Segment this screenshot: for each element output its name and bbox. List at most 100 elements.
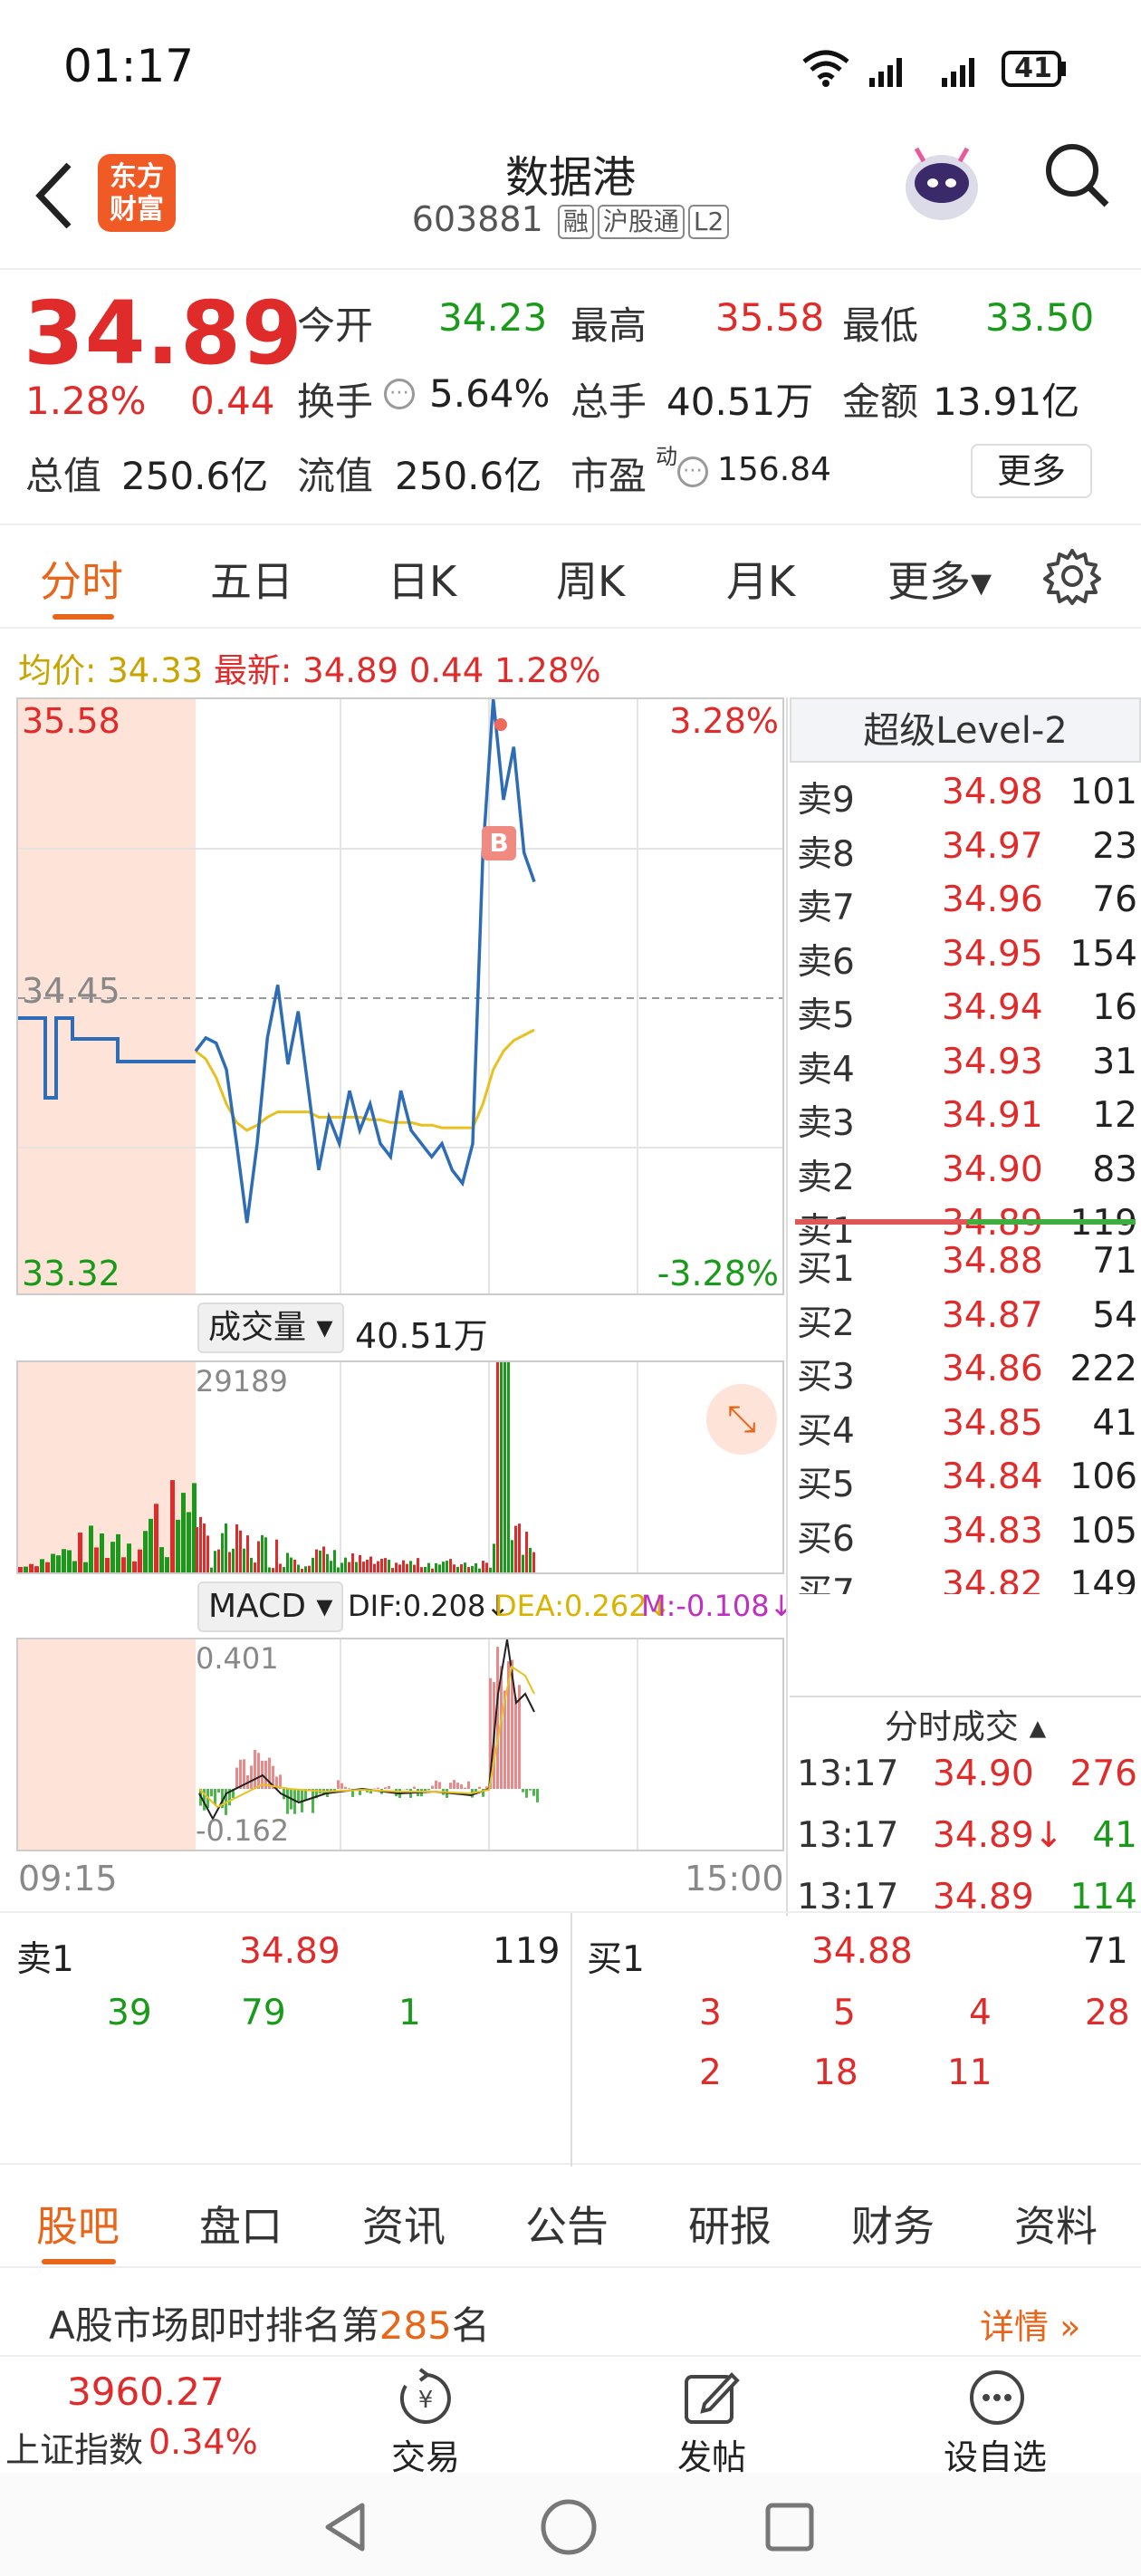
macd-bar — [406, 1789, 408, 1790]
trade-label[interactable]: 交易 — [391, 2429, 460, 2479]
tab-profile[interactable]: 资料 — [1014, 2194, 1098, 2254]
pe-info-icon[interactable]: ⋯ — [677, 457, 708, 487]
level2-buy-book: 买1 34.88 71 买2 34.87 54 买3 34.86 222 买4 34.85 41 买5 3… — [790, 697, 1141, 1694]
trade-yen-icon[interactable]: ¥ — [393, 2368, 458, 2427]
expand-icon[interactable]: ⤡ — [706, 1384, 777, 1455]
more-button[interactable]: 更多 — [971, 444, 1092, 498]
volume-bar — [475, 1562, 477, 1572]
queue-sell-label: 卖1 — [16, 1939, 74, 1980]
buy-level-9-price: 34.80 — [942, 1672, 1043, 1694]
trade-time: 13:17 — [797, 1815, 899, 1856]
nav-back-icon[interactable] — [319, 2500, 373, 2554]
buy-level-2-price: 34.87 — [942, 1294, 1043, 1336]
volume-bar — [493, 1543, 495, 1572]
tab-more[interactable]: 更多▾ — [887, 549, 992, 609]
settings-gear-icon[interactable] — [1043, 547, 1101, 605]
index-name[interactable]: 上证指数 — [5, 2422, 143, 2472]
rank-line[interactable]: A股市场即时排名第285名 详情 » — [0, 2273, 1141, 2355]
turnover-value: 5.64% — [429, 371, 551, 416]
buy-level-4[interactable]: 买4 34.85 41 — [797, 1403, 1137, 1452]
tab-intraday[interactable]: 分时 — [40, 549, 123, 609]
volume-bar — [62, 1549, 66, 1572]
macd-bar — [384, 1787, 387, 1789]
volume-bar — [435, 1562, 437, 1572]
buy-level-6[interactable]: 买6 34.83 105 — [797, 1511, 1137, 1560]
volume-bar — [431, 1568, 434, 1572]
tab-weekly-k[interactable]: 周K — [556, 549, 625, 609]
avg-latest-line: 均价: 34.33 最新: 34.89 0.44 1.28% — [18, 643, 601, 692]
buy-level-8[interactable]: 买8 34.81 128 — [797, 1619, 1137, 1668]
macd-min: -0.162 — [196, 1813, 290, 1848]
search-icon[interactable] — [1041, 139, 1114, 212]
buy-marker[interactable]: B — [482, 826, 516, 860]
tab-pankou[interactable]: 盘口 — [199, 2194, 283, 2254]
volume-dropdown[interactable]: 成交量 ▾ — [197, 1302, 344, 1353]
volume-bar — [308, 1565, 311, 1572]
macd-m: M:-0.108↓ — [641, 1589, 794, 1623]
tab-research[interactable]: 研报 — [688, 2194, 772, 2254]
more-dots-icon[interactable] — [967, 2368, 1027, 2427]
open-label: 今开 — [297, 303, 374, 348]
macd-chart[interactable]: 0.401 -0.162 — [16, 1638, 784, 1851]
info-icon[interactable]: ⋯ — [384, 379, 415, 409]
macd-bar — [522, 1789, 524, 1793]
buy-level-2-label: 买2 — [797, 1302, 855, 1344]
buy-level-1-vol: 71 — [1092, 1241, 1137, 1282]
volume-bar — [235, 1524, 238, 1572]
time-end: 15:00 — [685, 1859, 784, 1898]
tab-finance[interactable]: 财务 — [851, 2194, 935, 2254]
buy-level-5[interactable]: 买5 34.84 106 — [797, 1456, 1137, 1505]
macd-bar — [525, 1789, 528, 1798]
volume-value: 40.51万 — [666, 380, 814, 424]
volume-bar — [351, 1553, 354, 1572]
volume-bar — [121, 1557, 126, 1572]
tab-daily-k[interactable]: 日K — [388, 549, 456, 609]
buy-level-2-vol: 54 — [1092, 1294, 1137, 1336]
tab-announcements[interactable]: 公告 — [525, 2194, 609, 2254]
buy-order-2: 5 — [833, 1993, 856, 2033]
volume-bar — [110, 1542, 115, 1572]
macd-bar — [435, 1780, 437, 1789]
volume-bar — [221, 1533, 224, 1572]
watchlist-label[interactable]: 设自选 — [944, 2429, 1047, 2479]
volume-bar — [369, 1556, 372, 1572]
volume-bar — [203, 1523, 206, 1572]
volume-bar — [525, 1532, 528, 1572]
tab-five-day[interactable]: 五日 — [210, 549, 293, 609]
volume-bar — [225, 1523, 227, 1572]
index-value[interactable]: 3960.27 — [67, 2369, 225, 2414]
volume-bar — [232, 1548, 235, 1572]
post-edit-icon[interactable] — [681, 2368, 741, 2427]
post-label[interactable]: 发帖 — [677, 2429, 746, 2479]
intraday-chart[interactable]: 35.58 3.28% 34.45 33.32 -3.28% B — [16, 697, 784, 1295]
macd-dropdown[interactable]: MACD ▾ — [197, 1581, 344, 1632]
tab-guba[interactable]: 股吧 — [36, 2194, 120, 2254]
buy-level-9[interactable]: 买9 34.80 437 — [797, 1672, 1137, 1694]
volume-bar — [34, 1566, 39, 1572]
clock: 01:17 — [63, 40, 195, 92]
tab-news[interactable]: 资讯 — [362, 2194, 446, 2254]
double-chevron-icon: » — [1060, 2307, 1081, 2347]
buy-level-2[interactable]: 买2 34.87 54 — [797, 1295, 1137, 1344]
robot-assistant-icon[interactable] — [896, 138, 987, 228]
buy-level-1[interactable]: 买1 34.88 71 — [797, 1241, 1137, 1290]
pe-label: 市盈 — [570, 454, 647, 498]
volume-bar — [482, 1561, 484, 1572]
volume-bar — [40, 1559, 44, 1572]
macd-bar — [257, 1753, 260, 1789]
rank-detail-link[interactable]: 详情 » — [980, 2299, 1080, 2349]
buy-level-7[interactable]: 买7 34.82 149 — [797, 1564, 1137, 1594]
trades-title[interactable]: 分时成交 ▴ — [790, 1699, 1141, 1748]
volume-bar — [24, 1566, 28, 1572]
volume-chart[interactable]: 29189 ⤡ — [16, 1360, 784, 1574]
macd-bar — [413, 1786, 416, 1789]
nav-recents-icon[interactable] — [762, 2500, 817, 2554]
nav-home-icon[interactable] — [540, 2498, 598, 2556]
volume-bar — [127, 1543, 131, 1572]
volume-bar — [239, 1530, 242, 1572]
tab-monthly-k[interactable]: 月K — [726, 549, 795, 609]
buy-level-3[interactable]: 买3 34.86 222 — [797, 1349, 1137, 1398]
signal-icon — [869, 58, 974, 87]
macd-dif: DIF:0.208↓ — [348, 1589, 511, 1623]
volume-bar — [132, 1561, 137, 1572]
